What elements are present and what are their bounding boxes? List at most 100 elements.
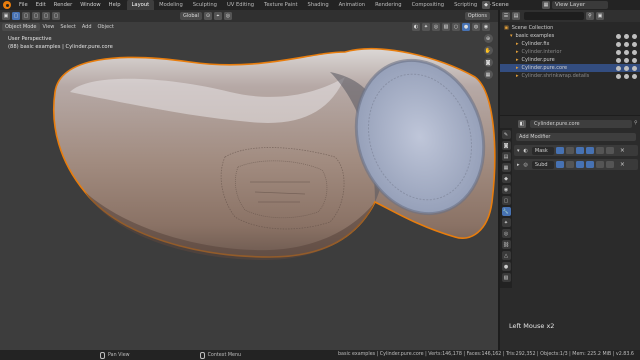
outliner-search-input[interactable] <box>524 12 584 20</box>
eye-icon[interactable] <box>624 65 629 71</box>
cage-toggle-icon[interactable] <box>565 147 574 154</box>
cylinder-mesh[interactable] <box>0 32 498 350</box>
expand-chevron-icon[interactable]: ▸ <box>517 162 520 168</box>
texture-tab-icon[interactable]: ▧ <box>501 273 511 282</box>
last-operation-panel[interactable]: Left Mouse x2 <box>509 322 554 330</box>
outliner-row[interactable]: ▸ Cylinder.pure <box>500 56 640 64</box>
tab-uv-editing[interactable]: UV Editing <box>222 0 259 10</box>
filter-icon[interactable]: ⚲ <box>586 12 594 20</box>
select-mode-icon[interactable]: ▢ <box>22 12 30 20</box>
camera-icon[interactable] <box>632 57 637 63</box>
edit-mode-toggle-icon[interactable] <box>555 147 564 154</box>
display-mode-icon[interactable]: ▤ <box>512 12 520 20</box>
outliner-editor-icon[interactable]: ☰ <box>502 12 510 20</box>
editor-type-icon[interactable]: ▣ <box>2 12 10 20</box>
modifier-tab-icon[interactable]: 🔧 <box>501 207 511 216</box>
pivot-icon[interactable]: ⊙ <box>203 12 212 20</box>
move-up-icon[interactable] <box>595 161 604 168</box>
visibility-icon[interactable]: ◐ <box>412 23 420 31</box>
checkbox-icon[interactable] <box>616 73 621 79</box>
outliner-row[interactable]: ▸ Cylinder.fix <box>500 40 640 48</box>
scene-tab-icon[interactable]: ◆ <box>501 174 511 183</box>
modifier-name-field[interactable]: Subd <box>531 160 554 169</box>
viewport-toggle-icon[interactable] <box>575 161 584 168</box>
rendered-shading-icon[interactable]: ◉ <box>482 23 490 31</box>
menu-view[interactable]: View <box>40 22 58 32</box>
eye-icon[interactable] <box>624 41 629 47</box>
viewport-toggle-icon[interactable] <box>575 147 584 154</box>
tab-scripting[interactable]: Scripting <box>449 0 482 10</box>
cage-toggle-icon[interactable] <box>565 161 574 168</box>
move-down-icon[interactable] <box>605 161 614 168</box>
menu-add[interactable]: Add <box>79 22 95 32</box>
particles-tab-icon[interactable]: ✦ <box>501 218 511 227</box>
checkbox-icon[interactable] <box>616 41 621 47</box>
tab-compositing[interactable]: Compositing <box>407 0 450 10</box>
scene-selector[interactable]: ◆ Scene <box>480 1 509 9</box>
tab-rendering[interactable]: Rendering <box>370 0 407 10</box>
object-tab-icon[interactable]: ▢ <box>501 196 511 205</box>
solid-shading-icon[interactable]: ● <box>462 23 470 31</box>
wireframe-shading-icon[interactable]: ○ <box>452 23 460 31</box>
expand-chevron-icon[interactable]: ▾ <box>517 148 520 154</box>
camera-icon[interactable] <box>632 33 637 39</box>
eye-icon[interactable] <box>624 57 629 63</box>
camera-icon[interactable] <box>632 41 637 47</box>
menu-file[interactable]: File <box>15 0 32 10</box>
outliner-row[interactable]: ▣ Scene Collection <box>500 24 640 32</box>
view-layer-tab-icon[interactable]: ▦ <box>501 163 511 172</box>
camera-icon[interactable] <box>632 65 637 71</box>
tab-shading[interactable]: Shading <box>303 0 334 10</box>
render-tab-icon[interactable]: ◙ <box>501 141 511 150</box>
pan-hand-icon[interactable]: ✋ <box>483 46 493 55</box>
eye-icon[interactable] <box>624 49 629 55</box>
checkbox-icon[interactable] <box>616 57 621 63</box>
properties-editor-icon[interactable]: ◧ <box>518 120 526 128</box>
physics-tab-icon[interactable]: ◎ <box>501 229 511 238</box>
modifier-name-field[interactable]: Mask <box>531 146 554 155</box>
remove-modifier-icon[interactable]: × <box>620 161 625 168</box>
move-down-icon[interactable] <box>605 147 614 154</box>
data-tab-icon[interactable]: △ <box>501 251 511 260</box>
camera-view-icon[interactable]: ◙ <box>483 58 493 67</box>
checkbox-icon[interactable] <box>616 49 621 55</box>
menu-window[interactable]: Window <box>76 0 104 10</box>
render-toggle-icon[interactable] <box>585 147 594 154</box>
world-tab-icon[interactable]: ◉ <box>501 185 511 194</box>
move-up-icon[interactable] <box>595 147 604 154</box>
tab-modeling[interactable]: Modeling <box>154 0 188 10</box>
gizmo-toggle-icon[interactable]: ✦ <box>422 23 430 31</box>
tab-animation[interactable]: Animation <box>334 0 370 10</box>
remove-modifier-icon[interactable]: × <box>620 147 625 154</box>
options-dropdown[interactable]: Options <box>464 12 490 20</box>
view-layer-selector[interactable]: ▦ View Layer <box>540 1 608 9</box>
select-subtract-icon[interactable]: ▢ <box>42 12 50 20</box>
select-invert-icon[interactable]: ▢ <box>52 12 60 20</box>
output-tab-icon[interactable]: ▤ <box>501 152 511 161</box>
eye-icon[interactable] <box>624 33 629 39</box>
render-toggle-icon[interactable] <box>585 161 594 168</box>
xray-icon[interactable]: ▧ <box>442 23 450 31</box>
camera-icon[interactable] <box>632 49 637 55</box>
new-collection-icon[interactable]: ▣ <box>596 12 604 20</box>
tool-tab-icon[interactable]: ✎ <box>501 130 511 139</box>
zoom-icon[interactable]: ⊕ <box>483 34 493 43</box>
blender-logo-icon[interactable] <box>3 1 11 9</box>
mode-dropdown[interactable]: Object Mode <box>2 23 40 31</box>
camera-icon[interactable] <box>632 73 637 79</box>
menu-render[interactable]: Render <box>50 0 76 10</box>
perspective-toggle-icon[interactable]: ▦ <box>483 70 493 79</box>
select-box-icon[interactable]: ▢ <box>12 12 20 20</box>
snap-icon[interactable]: ⌖ <box>213 12 222 20</box>
tab-layout[interactable]: Layout <box>126 0 155 10</box>
proportional-edit-icon[interactable]: ◎ <box>223 12 232 20</box>
transform-orientation-dropdown[interactable]: Global <box>180 12 202 20</box>
add-modifier-button[interactable]: Add Modifier <box>516 133 636 141</box>
tab-sculpting[interactable]: Sculpting <box>188 0 222 10</box>
constraints-tab-icon[interactable]: ⛓ <box>501 240 511 249</box>
menu-object[interactable]: Object <box>95 22 117 32</box>
tab-texture-paint[interactable]: Texture Paint <box>259 0 302 10</box>
material-tab-icon[interactable]: ● <box>501 262 511 271</box>
checkbox-icon[interactable] <box>616 65 621 71</box>
edit-mode-toggle-icon[interactable] <box>555 161 564 168</box>
